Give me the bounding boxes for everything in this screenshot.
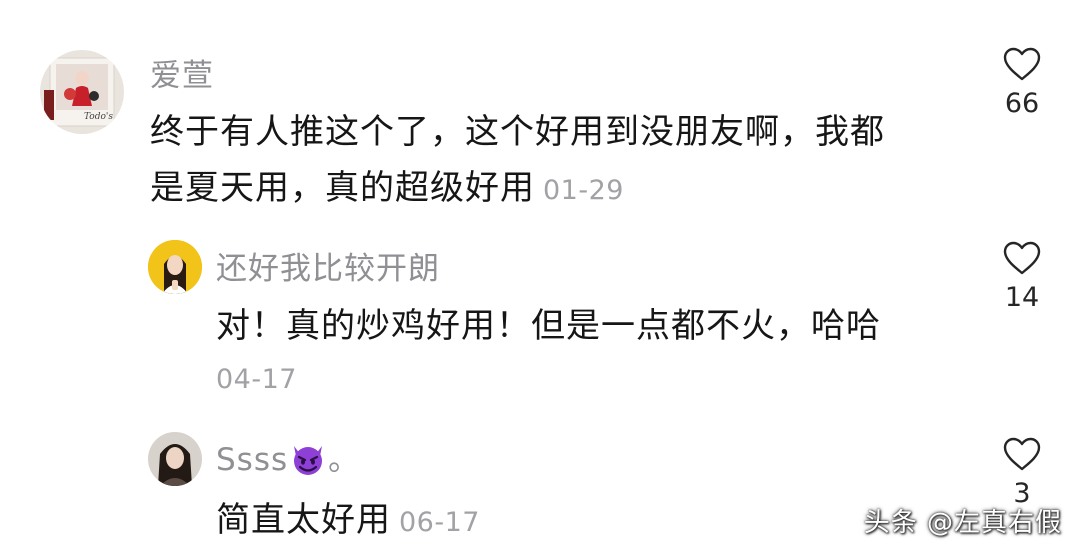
comment-text-line: 是夏天用，真的超级好用 01-29 bbox=[150, 160, 624, 209]
heart-outline-icon bbox=[1003, 241, 1041, 275]
comment-date: 04-17 bbox=[216, 364, 297, 395]
comment-username[interactable]: 爱萱 bbox=[150, 50, 214, 95]
like-button[interactable]: 14 bbox=[994, 240, 1050, 313]
comment-text-line: 终于有人推这个了，这个好用到没朋友啊，我都 bbox=[150, 104, 885, 153]
comment-text-line: 简直太好用 06-17 bbox=[216, 492, 480, 541]
username-text: Ssss bbox=[216, 442, 289, 478]
comment-text: 是夏天用，真的超级好用 bbox=[150, 168, 535, 208]
heart-outline-icon bbox=[1003, 437, 1041, 471]
avatar-caption: Todo's bbox=[84, 112, 113, 122]
comment-text: 简直太好用 bbox=[216, 500, 391, 540]
like-button[interactable]: 66 bbox=[994, 46, 1050, 119]
comment-text-line: 对！真的炒鸡好用！但是一点都不火，哈哈 bbox=[216, 298, 881, 347]
comment-date: 01-29 bbox=[543, 175, 624, 206]
comment-text: 终于有人推这个了，这个好用到没朋友啊，我都 bbox=[150, 112, 885, 152]
comment-text: 对！真的炒鸡好用！但是一点都不火，哈哈 bbox=[216, 306, 881, 346]
user-avatar[interactable] bbox=[148, 432, 202, 486]
heart-outline-icon bbox=[1003, 47, 1041, 81]
watermark-text: 头条 @左真右假 bbox=[863, 508, 1062, 538]
comment-list: Todo's 爱萱 终于有人推这个了，这个好用到没朋友啊，我都 是夏天用，真的超… bbox=[0, 0, 1080, 553]
like-count: 66 bbox=[1004, 88, 1040, 119]
like-count: 14 bbox=[1004, 282, 1040, 313]
comment-username[interactable]: Ssss 。 bbox=[216, 434, 360, 484]
comment-date: 06-17 bbox=[399, 507, 480, 538]
avatar-photo-icon bbox=[148, 240, 202, 294]
smiling-devil-emoji bbox=[290, 442, 326, 484]
avatar-photo-icon bbox=[148, 432, 202, 486]
comment-username[interactable]: 还好我比较开朗 bbox=[216, 243, 440, 288]
user-avatar[interactable]: Todo's bbox=[40, 50, 124, 134]
username-text: 。 bbox=[328, 442, 361, 478]
user-avatar[interactable] bbox=[148, 240, 202, 294]
like-button[interactable]: 3 bbox=[994, 436, 1050, 509]
